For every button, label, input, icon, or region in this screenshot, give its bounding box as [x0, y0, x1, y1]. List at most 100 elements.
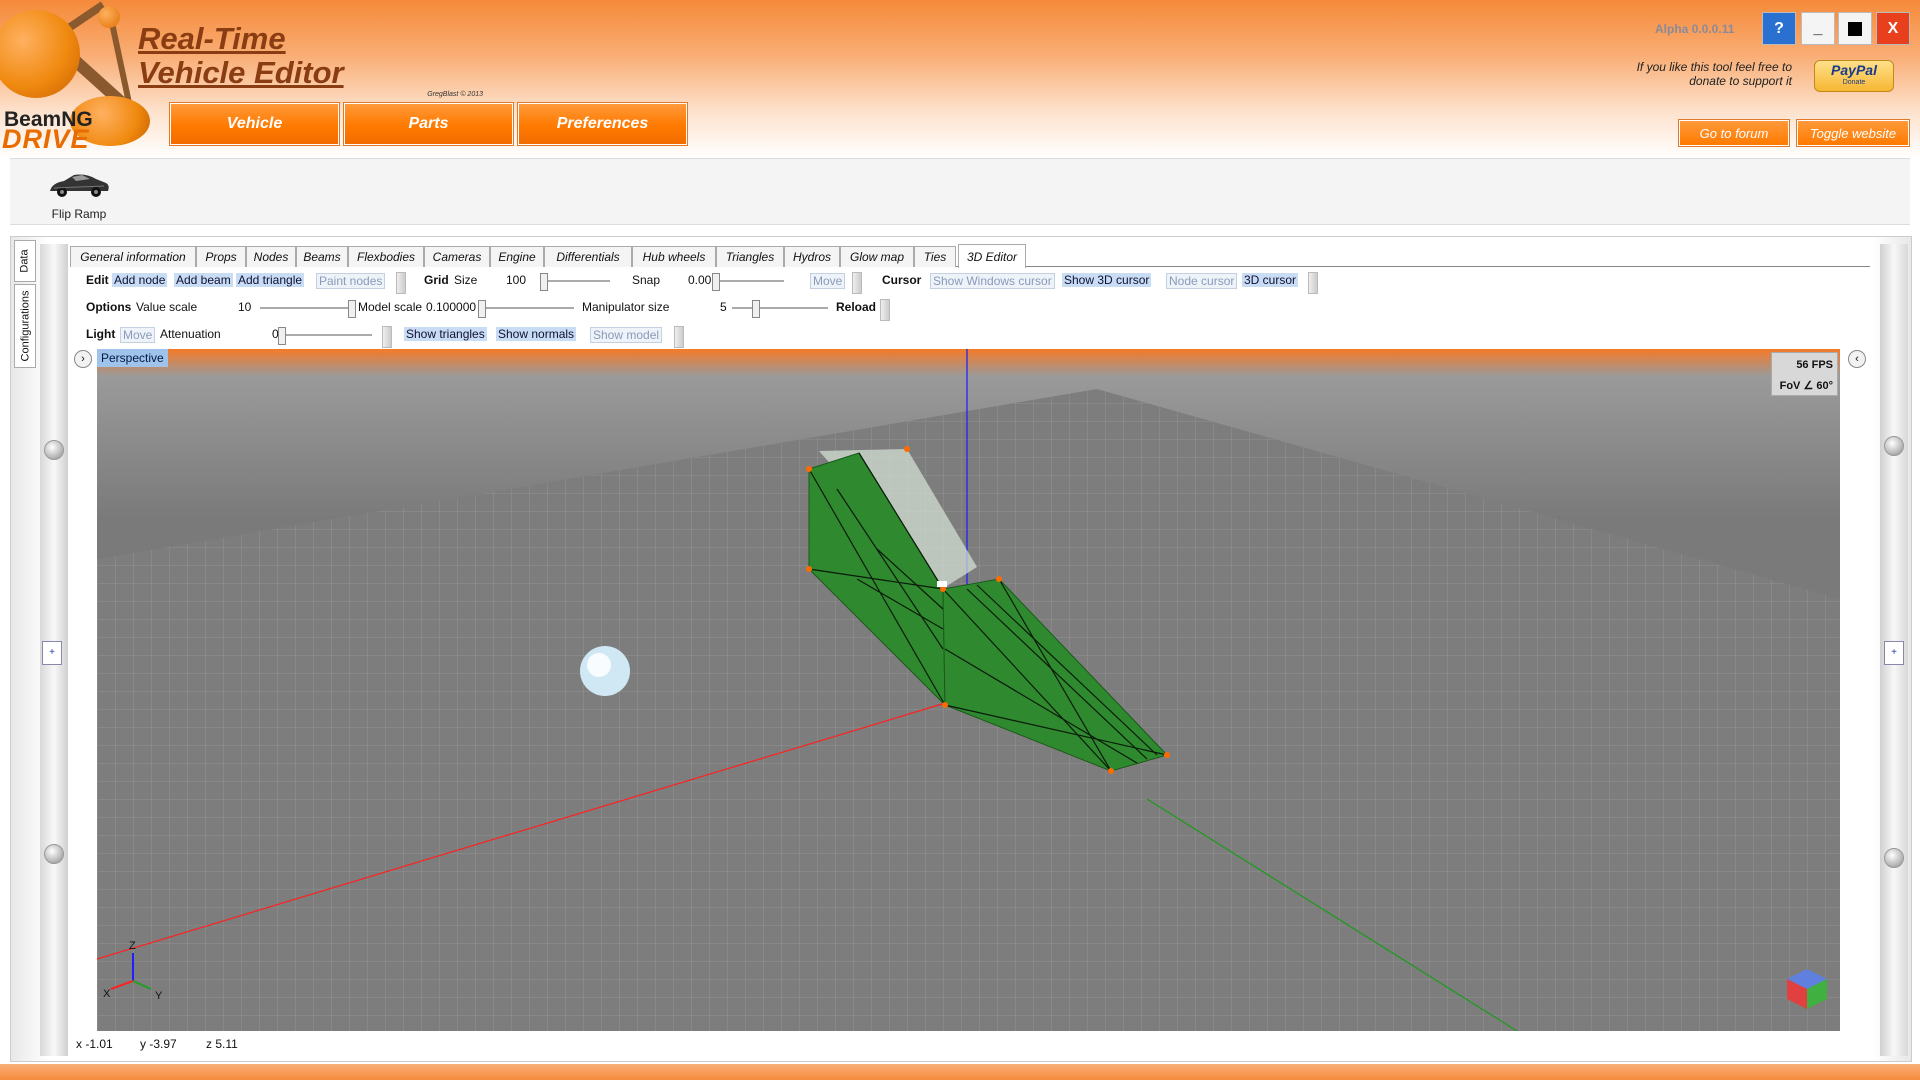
- car-icon: [50, 174, 109, 197]
- cursor-label: Cursor: [882, 273, 922, 287]
- toolbar-grip[interactable]: [852, 272, 862, 294]
- right-rail: +: [1880, 244, 1908, 1056]
- show-3d-cursor-button[interactable]: Show 3D cursor: [1062, 273, 1152, 287]
- tab-nodes[interactable]: Nodes: [246, 246, 296, 267]
- fov-value: FoV ∠ 60°: [1779, 380, 1833, 392]
- expand-left-icon[interactable]: ›: [74, 350, 92, 368]
- tab-beams[interactable]: Beams: [296, 246, 348, 267]
- fps-value: 56 FPS: [1796, 359, 1833, 371]
- light-sphere-icon[interactable]: [580, 646, 630, 696]
- options-label: Options: [86, 300, 132, 314]
- left-rail-knob-bottom[interactable]: [44, 844, 64, 864]
- paypal-sub-label: Donate: [1842, 79, 1866, 86]
- show-model-button[interactable]: Show model: [590, 327, 663, 343]
- attenuation-slider[interactable]: [278, 327, 372, 345]
- paypal-donate-button[interactable]: PayPal Donate: [1814, 60, 1894, 92]
- maximize-button[interactable]: [1838, 12, 1872, 45]
- model-scale-slider-thumb[interactable]: [478, 300, 486, 318]
- tab-triangles[interactable]: Triangles: [716, 246, 784, 267]
- model-scale-label: Model scale: [358, 300, 423, 314]
- tab-differentials[interactable]: Differentials: [544, 246, 632, 267]
- light-move-button[interactable]: Move: [120, 327, 156, 343]
- manipulator-size-label: Manipulator size: [582, 300, 670, 314]
- grid-size-label: Size: [454, 273, 478, 287]
- vehicle-button[interactable]: Vehicle: [170, 103, 339, 145]
- left-rail-knob-top[interactable]: [44, 440, 64, 460]
- preferences-button[interactable]: Preferences: [518, 103, 687, 145]
- toolbar-grip[interactable]: [674, 326, 684, 348]
- tab-cameras[interactable]: Cameras: [424, 246, 490, 267]
- app-logo: BeamNG DRIVE: [0, 0, 160, 156]
- right-rail-expand-icon[interactable]: +: [1884, 641, 1904, 665]
- toolbar-grip[interactable]: [1308, 272, 1318, 294]
- vehicle-item[interactable]: Flip Ramp: [30, 163, 128, 221]
- add-triangle-button[interactable]: Add triangle: [236, 273, 305, 287]
- grid-move-button[interactable]: Move: [810, 273, 846, 289]
- show-normals-button[interactable]: Show normals: [496, 327, 577, 341]
- snap-slider[interactable]: [712, 273, 784, 291]
- status-bar: x -1.01 y -3.97 z 5.11: [70, 1034, 1870, 1054]
- value-scale-slider-thumb[interactable]: [348, 300, 356, 318]
- add-node-button[interactable]: Add node: [112, 273, 168, 287]
- model-scale-slider[interactable]: [478, 300, 574, 318]
- snap-label: Snap: [632, 273, 661, 287]
- tab-props[interactable]: Props: [196, 246, 246, 267]
- manipulator-size-slider[interactable]: [732, 300, 828, 318]
- app-title-line1: Real-Time: [138, 21, 286, 56]
- tab-ties[interactable]: Ties: [914, 246, 956, 267]
- toggle-website-button[interactable]: Toggle website: [1797, 120, 1909, 146]
- go-to-forum-button[interactable]: Go to forum: [1679, 120, 1789, 146]
- left-rail-expand-icon[interactable]: +: [42, 641, 62, 665]
- viewport-mode-label[interactable]: Perspective: [97, 349, 168, 367]
- manipulator-size-value: 5: [720, 300, 727, 314]
- parts-button[interactable]: Parts: [344, 103, 513, 145]
- side-tab-data[interactable]: Data: [14, 240, 36, 282]
- manipulator-size-slider-thumb[interactable]: [752, 300, 760, 318]
- paint-nodes-button[interactable]: Paint nodes: [316, 273, 386, 289]
- node-cursor-button[interactable]: Node cursor: [1166, 273, 1238, 289]
- toolbar-grip[interactable]: [382, 326, 392, 348]
- tab-hub-wheels[interactable]: Hub wheels: [632, 246, 716, 267]
- app-title: Real-Time Vehicle Editor GregBlast © 201…: [138, 21, 483, 99]
- show-windows-cursor-button[interactable]: Show Windows cursor: [930, 273, 1055, 289]
- tab-3d-editor[interactable]: 3D Editor: [958, 244, 1026, 268]
- 3d-viewport[interactable]: Z X Y: [97, 349, 1840, 1031]
- reload-button[interactable]: Reload: [836, 300, 876, 314]
- grid-size-slider[interactable]: [540, 273, 610, 291]
- right-rail-knob-top[interactable]: [1884, 436, 1904, 456]
- paypal-label: PayPal: [1831, 62, 1877, 78]
- donate-text-line1: If you like this tool feel free to: [1636, 60, 1792, 74]
- help-button[interactable]: ?: [1762, 12, 1796, 45]
- maximize-icon: [1848, 21, 1862, 36]
- expand-right-icon[interactable]: ‹: [1848, 350, 1866, 368]
- show-triangles-button[interactable]: Show triangles: [404, 327, 487, 341]
- left-rail: +: [40, 244, 68, 1056]
- add-beam-button[interactable]: Add beam: [174, 273, 233, 287]
- vehicle-label: Flip Ramp: [51, 207, 107, 221]
- grid-size-slider-thumb[interactable]: [540, 273, 548, 291]
- tab-glow-map[interactable]: Glow map: [840, 246, 914, 267]
- snap-slider-thumb[interactable]: [712, 273, 720, 291]
- value-scale-slider[interactable]: [260, 300, 356, 318]
- value-scale-value: 10: [238, 300, 252, 314]
- tab-general-information[interactable]: General information: [70, 246, 196, 267]
- minimize-button[interactable]: _: [1801, 12, 1835, 45]
- side-tab-configurations-label: Configurations: [19, 290, 31, 362]
- right-rail-knob-bottom[interactable]: [1884, 848, 1904, 868]
- tab-hydros[interactable]: Hydros: [784, 246, 840, 267]
- toolbar-edit-grid-cursor: Edit Add node Add beam Add triangle Pain…: [78, 270, 1578, 294]
- 3d-scene[interactable]: Z X Y: [97, 349, 1840, 1031]
- toolbar-grip[interactable]: [396, 272, 406, 294]
- app-title-line2: Vehicle Editor: [138, 55, 344, 90]
- side-tab-configurations[interactable]: Configurations: [14, 284, 36, 368]
- tab-engine[interactable]: Engine: [490, 246, 544, 267]
- tab-flexbodies[interactable]: Flexbodies: [348, 246, 424, 267]
- 3d-cursor-button[interactable]: 3D cursor: [1242, 273, 1299, 287]
- model-scale-value: 0.100000: [426, 300, 477, 314]
- toolbar-grip[interactable]: [880, 299, 890, 321]
- close-button[interactable]: X: [1876, 12, 1910, 45]
- toolbar-light: Light Move Attenuation 0 Show triangles …: [78, 324, 878, 348]
- attenuation-slider-thumb[interactable]: [278, 327, 286, 345]
- app-credit: GregBlast © 2013: [427, 91, 483, 98]
- toolbar-options: Options Value scale 10 Model scale 0.100…: [78, 297, 1078, 321]
